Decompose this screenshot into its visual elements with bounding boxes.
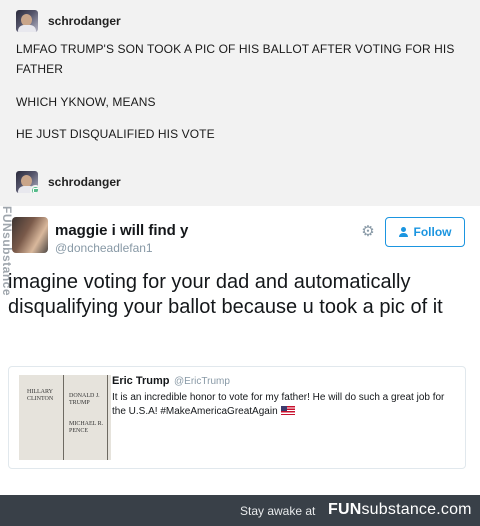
post-header: schrodanger xyxy=(16,10,121,32)
footer-brand[interactable]: FUNsubstance.com xyxy=(328,501,472,519)
reblogger-name[interactable]: schrodanger xyxy=(48,175,121,189)
reblog-icon xyxy=(30,185,38,193)
quoted-text-body: It is an incredible honor to vote for my… xyxy=(112,392,445,417)
avatar[interactable] xyxy=(16,171,38,193)
post-text-line-2: FATHER xyxy=(16,62,64,76)
avatar[interactable] xyxy=(16,10,38,32)
reblog-header: schrodanger xyxy=(16,171,121,193)
ballot-thumbnail: HILLARY CLINTON DONALD J. TRUMP MICHAEL … xyxy=(19,375,111,460)
brand-bold: FUN xyxy=(328,501,362,518)
footer-tagline: Stay awake at xyxy=(240,504,316,518)
post-text-line-4: HE JUST DISQUALIFIED HIS VOTE xyxy=(16,127,215,141)
thumb-label: HILLARY xyxy=(27,389,53,395)
thumb-label: TRUMP xyxy=(69,400,90,406)
tweet-author-name[interactable]: maggie i will find y xyxy=(55,222,188,239)
post-author[interactable]: schrodanger xyxy=(48,14,121,28)
quoted-tweet-text: It is an incredible honor to vote for my… xyxy=(112,391,457,419)
us-flag-icon xyxy=(280,406,295,415)
brand-rest: substance xyxy=(361,501,437,518)
gear-icon[interactable]: ⚙ xyxy=(360,224,376,240)
thumb-label: DONALD J. xyxy=(69,393,100,399)
post-text-line-3: WHICH YKNOW, MEANS xyxy=(16,95,156,109)
follow-button[interactable]: Follow xyxy=(385,217,465,247)
brand-suffix: .com xyxy=(436,501,472,518)
quoted-author-handle[interactable]: @EricTrump xyxy=(174,376,230,387)
post-text-line-1: LMFAO TRUMP'S SON TOOK A PIC OF HIS BALL… xyxy=(16,42,455,56)
follow-label: Follow xyxy=(413,225,452,239)
add-user-icon xyxy=(398,227,409,237)
thumb-label: CLINTON xyxy=(27,396,54,402)
tweet-avatar[interactable] xyxy=(12,217,48,253)
footer-bar: Stay awake at FUNsubstance.com xyxy=(0,495,480,526)
tweet-author-handle[interactable]: @doncheadlefan1 xyxy=(55,241,153,255)
quoted-author-name[interactable]: Eric Trump xyxy=(112,375,169,387)
thumb-label: PENCE xyxy=(69,428,89,434)
tumblr-post: schrodanger LMFAO TRUMP'S SON TOOK A PIC… xyxy=(0,0,480,206)
thumb-label: MICHAEL R. xyxy=(69,421,104,427)
tweet-text: imagine voting for your dad and automati… xyxy=(8,271,443,318)
